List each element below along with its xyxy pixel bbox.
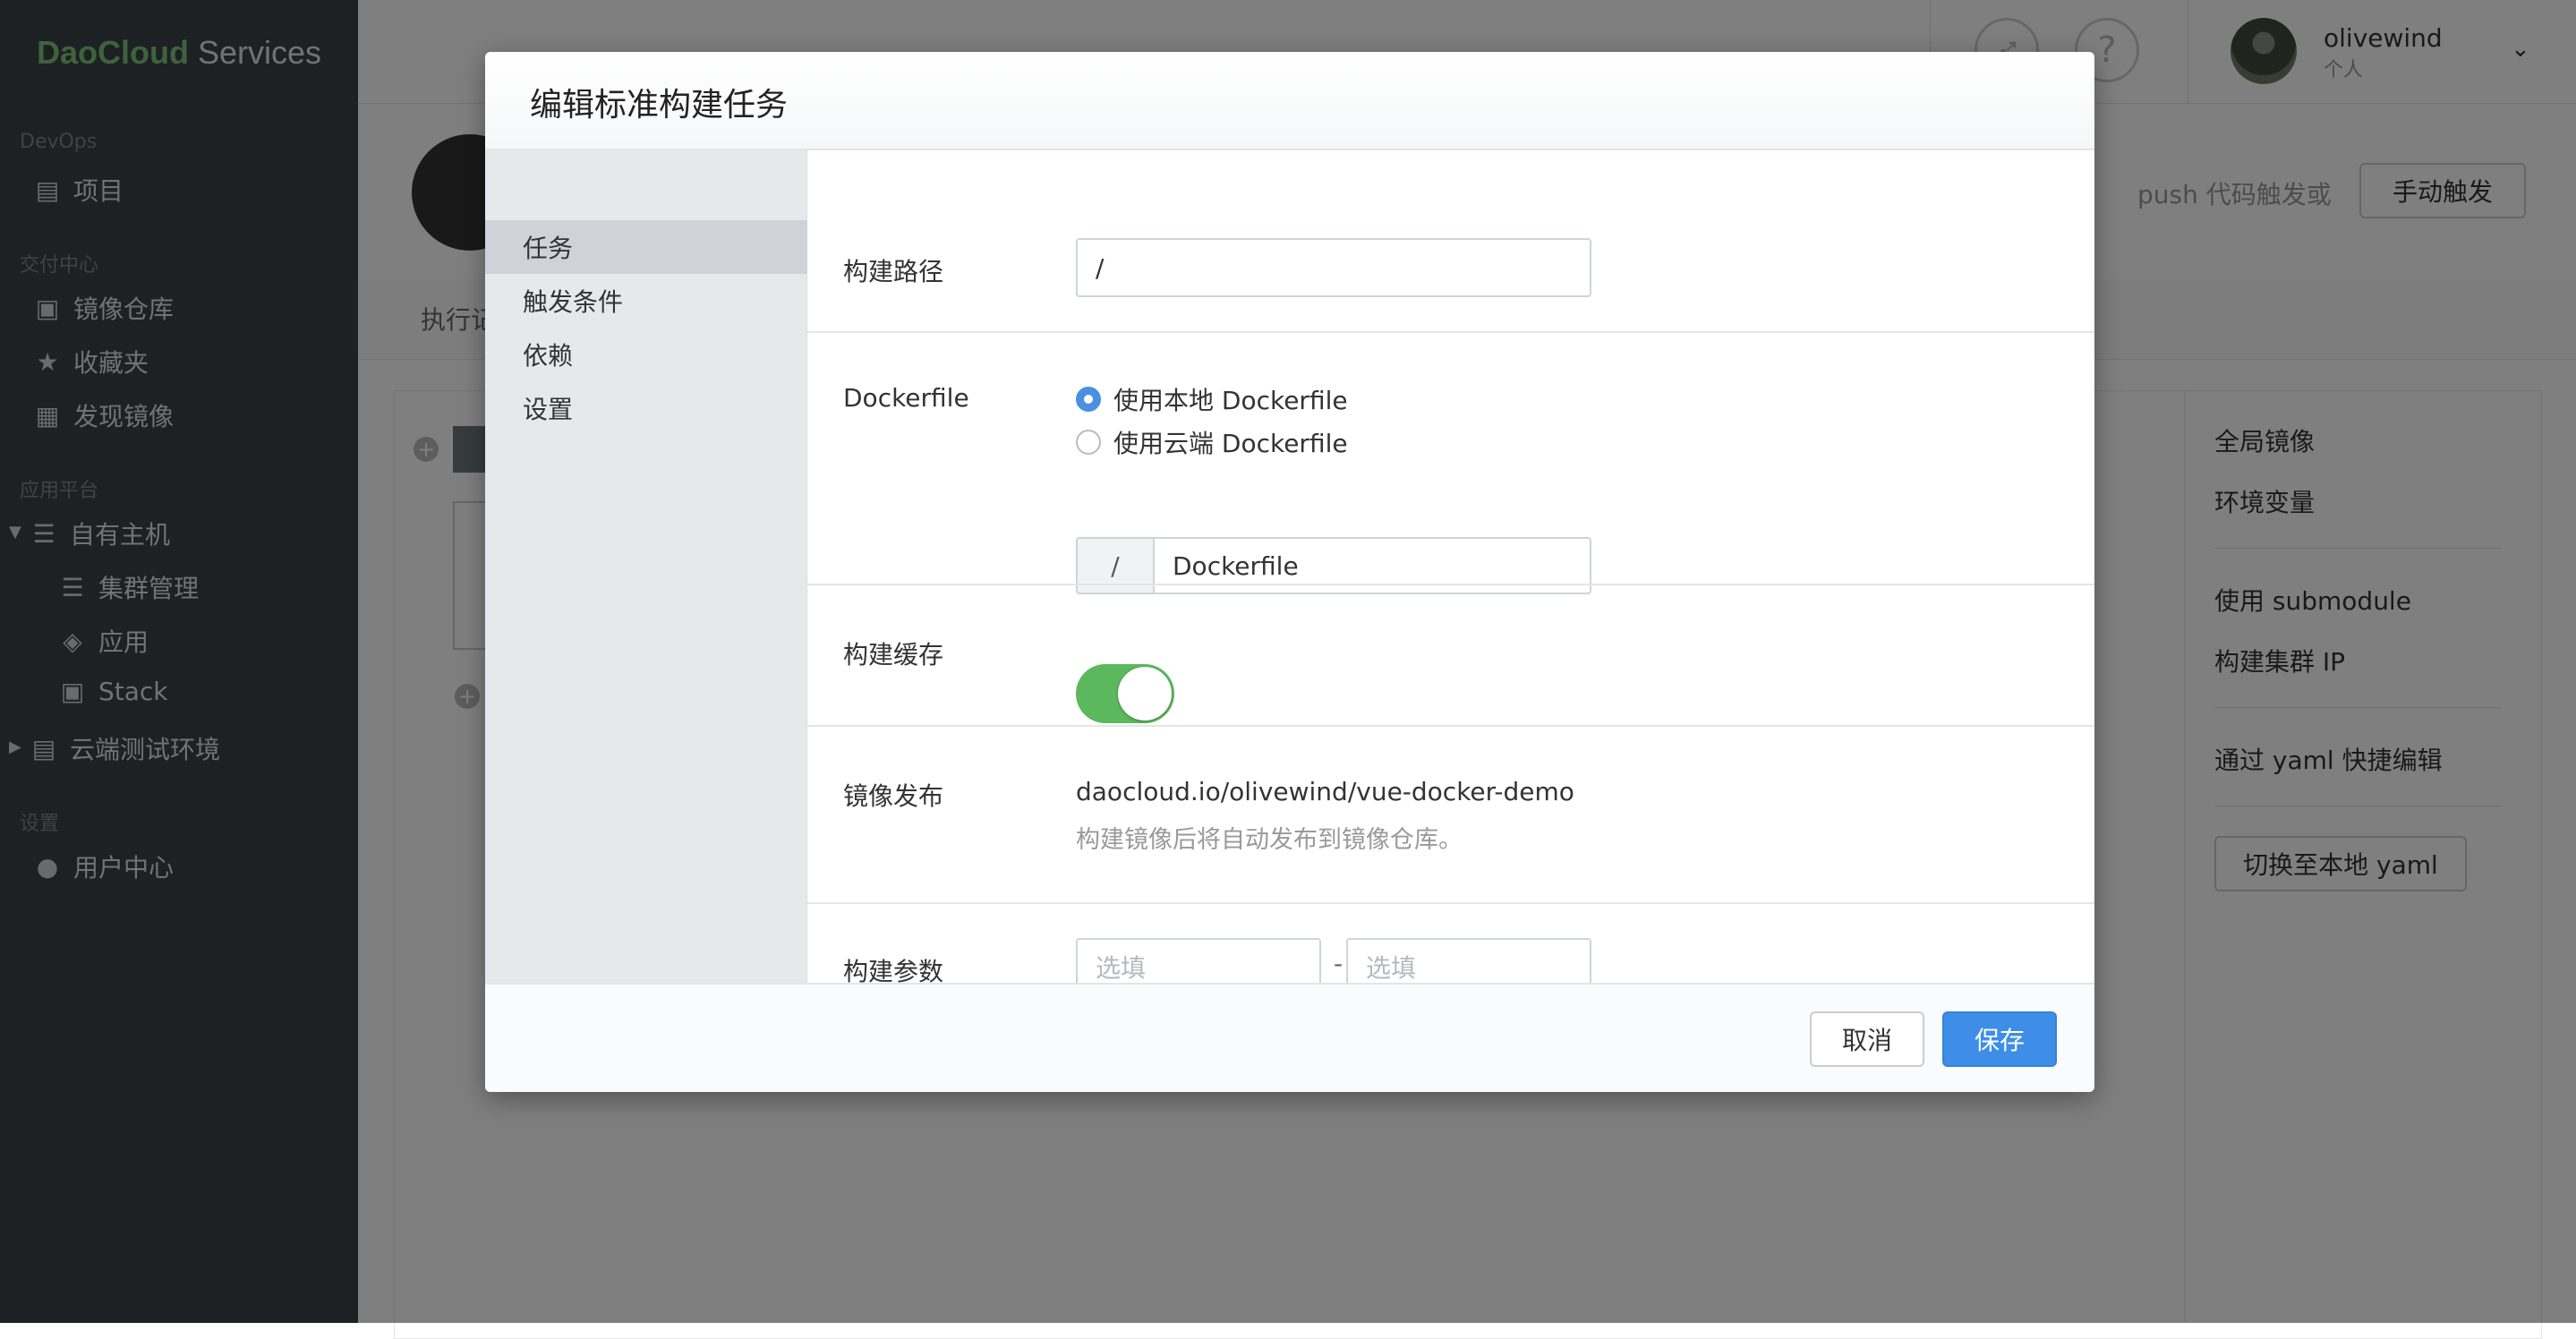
toggle-knob — [1118, 667, 1172, 721]
image-publish-hint: 构建镜像后将自动发布到镜像仓库。 — [1076, 826, 1463, 854]
save-button[interactable]: 保存 — [1942, 1011, 2057, 1067]
image-publish-label: 镜像发布 — [843, 781, 944, 811]
modal-nav-task[interactable]: 任务 — [485, 220, 807, 274]
build-cache-toggle[interactable] — [1076, 664, 1174, 723]
cancel-button[interactable]: 取消 — [1810, 1011, 1924, 1067]
modal-title: 编辑标准构建任务 — [530, 87, 789, 124]
build-path-label: 构建路径 — [843, 257, 944, 286]
divider — [807, 331, 2094, 333]
modal-nav-dependency[interactable]: 依赖 — [485, 328, 807, 381]
divider — [807, 725, 2094, 727]
dockerfile-label: Dockerfile — [843, 383, 969, 413]
build-cache-label: 构建缓存 — [843, 640, 944, 670]
radio-local-dockerfile[interactable]: 使用本地 Dockerfile — [1076, 381, 1348, 417]
image-publish-value: daocloud.io/olivewind/vue-docker-demo — [1076, 777, 1574, 806]
radio-checked-icon — [1076, 387, 1101, 412]
dockerfile-path-input[interactable]: Dockerfile — [1153, 537, 1591, 594]
radio-unchecked-icon — [1076, 430, 1101, 455]
edit-build-task-modal: 编辑标准构建任务 任务 触发条件 依赖 设置 构建路径 / Dockerfile… — [485, 52, 2094, 1092]
modal-nav-trigger[interactable]: 触发条件 — [485, 274, 807, 328]
modal-nav-settings[interactable]: 设置 — [485, 381, 807, 435]
divider — [807, 584, 2094, 585]
divider — [807, 902, 2094, 904]
modal-footer: 取消 保存 — [485, 983, 2094, 1092]
build-path-input[interactable]: / — [1076, 238, 1591, 297]
dockerfile-path-prefix: / — [1076, 537, 1153, 594]
modal-header: 编辑标准构建任务 — [485, 52, 2094, 150]
modal-nav: 任务 触发条件 依赖 设置 — [485, 150, 807, 990]
radio-cloud-dockerfile[interactable]: 使用云端 Dockerfile — [1076, 424, 1348, 460]
modal-body: 构建路径 / Dockerfile 使用本地 Dockerfile 使用云端 D… — [807, 150, 2094, 995]
build-arg-separator: - — [1334, 949, 1343, 978]
